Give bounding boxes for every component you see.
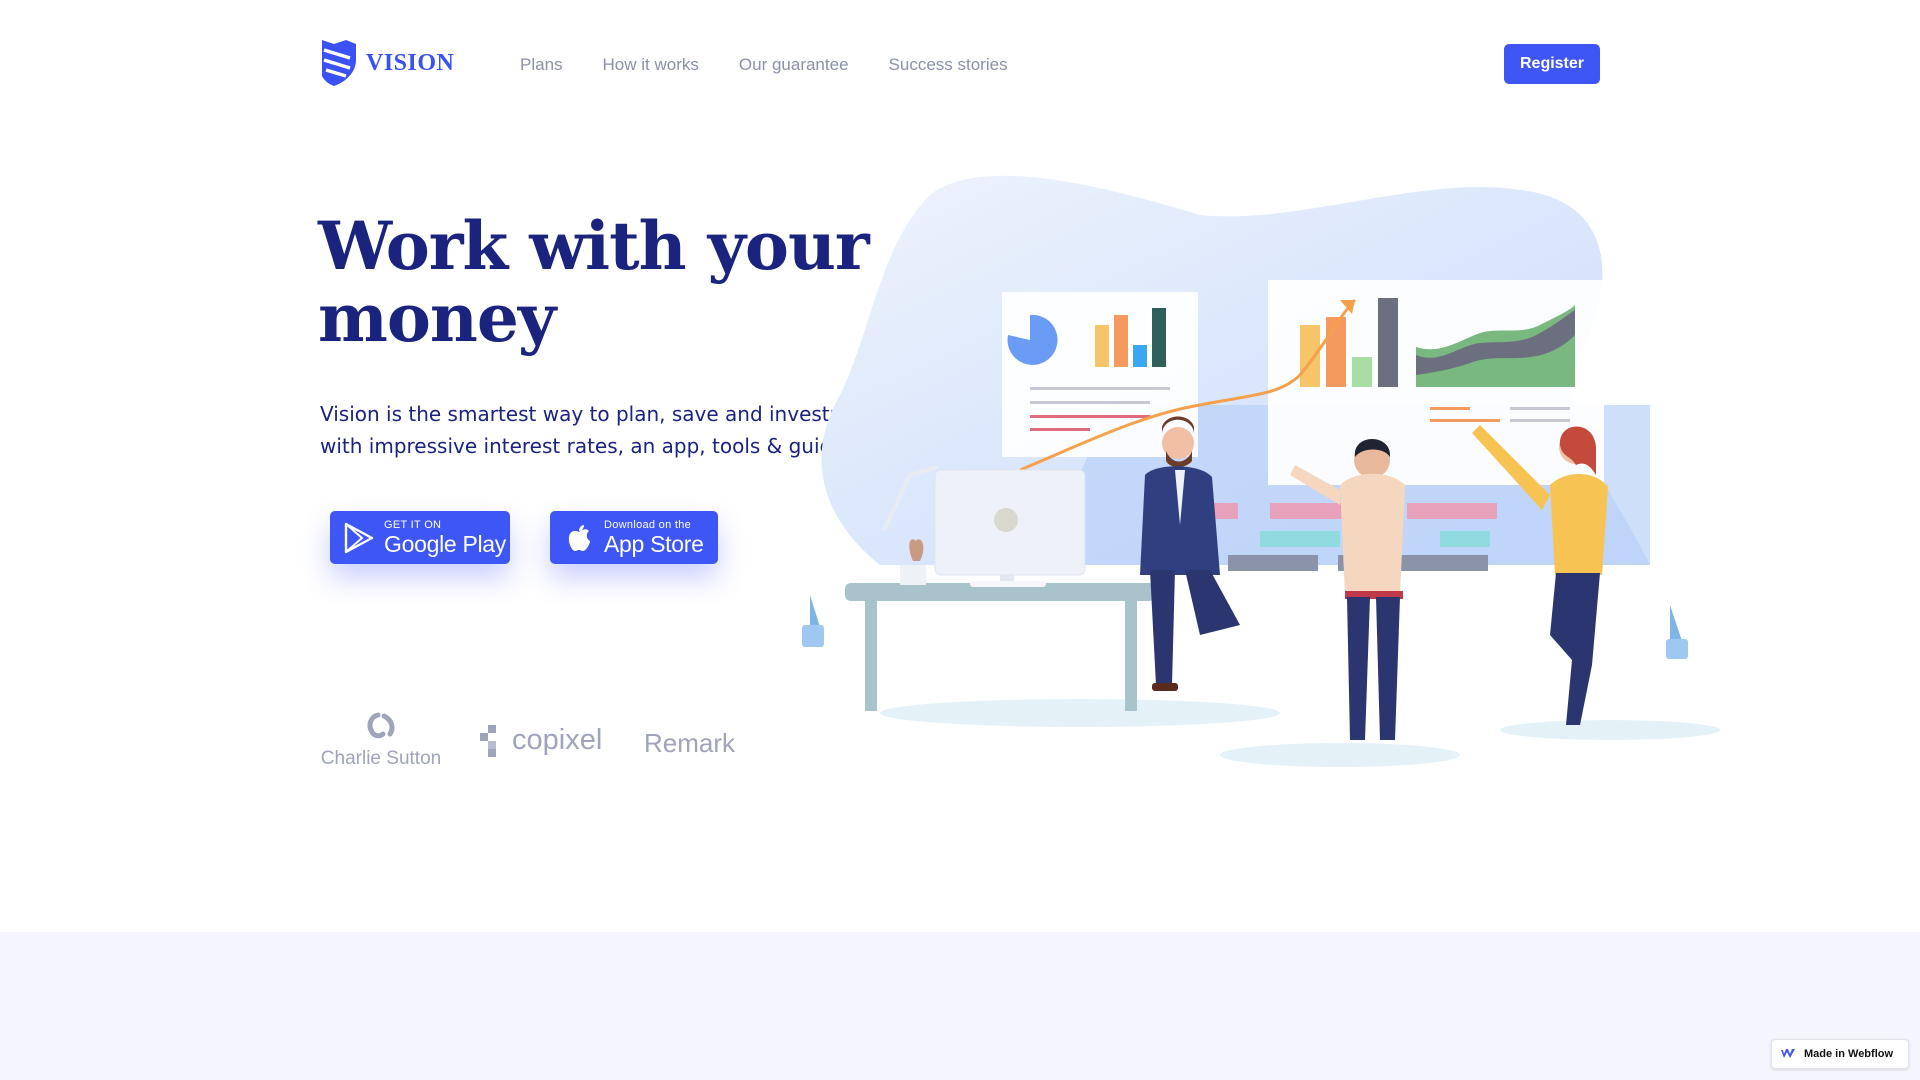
register-button[interactable]: Register xyxy=(1504,44,1600,84)
next-section-band xyxy=(0,932,1920,1080)
brand-logo[interactable]: VISION xyxy=(320,38,454,88)
nav-item-how-it-works[interactable]: How it works xyxy=(603,55,699,75)
brand-name: VISION xyxy=(366,49,455,76)
person-presenter xyxy=(1290,439,1405,740)
partner-logo-charlie-sutton: Charlie Sutton xyxy=(318,712,444,770)
partner-name: Charlie Sutton xyxy=(320,748,442,769)
google-play-small-label: GET IT ON xyxy=(384,518,442,531)
google-play-button[interactable]: GET IT ON Google Play xyxy=(330,511,510,564)
made-in-webflow-badge[interactable]: Made in Webflow xyxy=(1771,1039,1909,1069)
google-play-label: Google Play xyxy=(384,530,506,557)
copixel-logo-icon xyxy=(480,724,496,757)
apple-icon xyxy=(562,521,596,555)
google-play-icon xyxy=(342,521,376,555)
nav-item-success-stories[interactable]: Success stories xyxy=(889,55,1008,75)
hero-illustration xyxy=(802,175,1720,767)
webflow-icon xyxy=(1781,1049,1795,1058)
partner-name: copixel xyxy=(512,724,603,756)
nav-item-plans[interactable]: Plans xyxy=(520,55,563,75)
nav-item-our-guarantee[interactable]: Our guarantee xyxy=(739,55,849,75)
chart-panel-right xyxy=(1268,280,1604,485)
partner-logo-copixel: copixel xyxy=(480,724,602,757)
app-store-small-label: Download on the xyxy=(604,518,692,531)
partner-logo-remark: Remark xyxy=(644,728,736,758)
charlie-sutton-logo-icon xyxy=(367,712,395,739)
main-nav: Plans How it works Our guarantee Success… xyxy=(520,55,1008,75)
shield-logo-icon xyxy=(322,40,356,86)
app-store-button[interactable]: Download on the App Store xyxy=(550,511,718,564)
app-store-label: App Store xyxy=(604,530,704,557)
webflow-badge-label: Made in Webflow xyxy=(1804,1048,1894,1060)
